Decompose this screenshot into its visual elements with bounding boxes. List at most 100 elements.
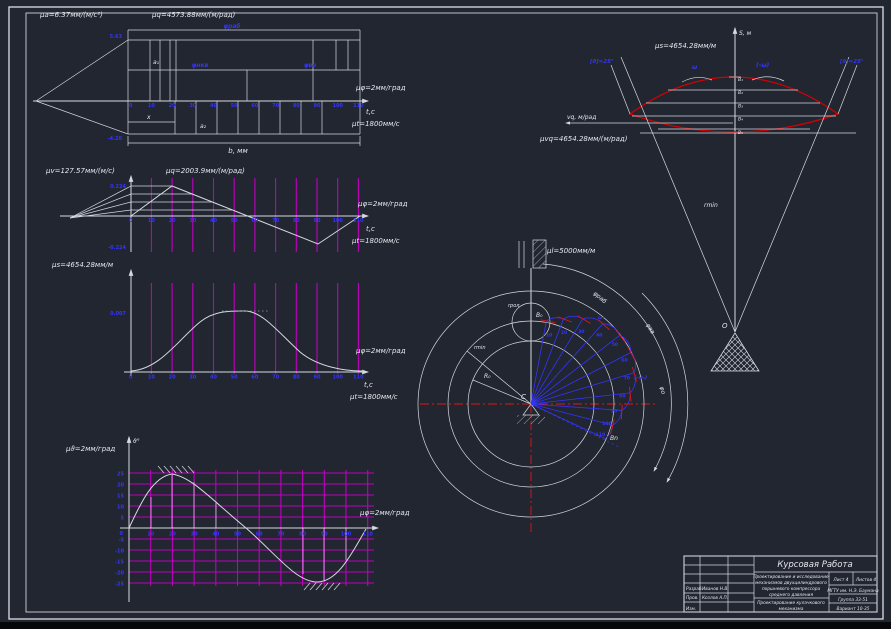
sv-diagram: S, м μs=4654.28мм/м vq, м/рад μvq=4654.2… bbox=[539, 28, 864, 371]
axis-tick-label: 20 bbox=[169, 218, 176, 224]
graph-displacement: μs=4654.28мм/м 0.007 μφ=2мм/град t,c μt=… bbox=[51, 261, 406, 401]
roller-radius-label: rрол bbox=[508, 303, 520, 309]
s-axis-point-label: B₃ bbox=[738, 103, 743, 109]
a1-label: a₁ bbox=[153, 59, 160, 66]
axis-tick-label: 40 bbox=[210, 375, 217, 381]
scale-q-label: μq=4573.88мм/(м/рад) bbox=[151, 11, 236, 19]
axis-tick-label: 90 bbox=[314, 375, 321, 381]
axis-tick-label: 30 bbox=[191, 532, 198, 538]
axis-tick-label: -15 bbox=[115, 560, 125, 566]
velocity-vector bbox=[558, 317, 572, 322]
axis-tick-label: 110 bbox=[353, 375, 364, 381]
cam-angle-number: 100 bbox=[602, 421, 612, 427]
v-max-value: 0.224 bbox=[110, 184, 126, 190]
axis-tick-label: 110 bbox=[353, 218, 364, 224]
velocity-vector bbox=[616, 330, 625, 342]
limit-hatch bbox=[176, 466, 182, 473]
mu-phi-label: μφ=2мм/град bbox=[357, 200, 408, 208]
graph-pressure-angle: μϑ=2мм/град ϑ° 0 μφ=2мм/град 10203040506… bbox=[65, 437, 410, 602]
cam-angle-number: 30 bbox=[578, 329, 584, 335]
axis-tick-label: 110 bbox=[362, 532, 373, 538]
description-line: поршневого компрессора bbox=[762, 587, 821, 592]
sheet-number: Лист 4 bbox=[833, 577, 849, 583]
axis-tick-label: 20 bbox=[169, 375, 176, 381]
description-line: Проектирование и исследование bbox=[753, 574, 829, 580]
v-axis-label: vq, м/рад bbox=[567, 114, 596, 121]
phi-work-arc-label: φраб bbox=[592, 290, 608, 305]
origin-label: O bbox=[722, 322, 728, 330]
axis-tick-label: 70 bbox=[272, 375, 279, 381]
axis-tick-label: 60 bbox=[256, 532, 263, 538]
axis-tick-label: -5 bbox=[118, 538, 124, 544]
mu-t-label: μt=1800мм/с bbox=[351, 120, 400, 128]
description-line: механизмов двухцилиндрового bbox=[755, 581, 827, 586]
mu-phi-label: μφ=2мм/град bbox=[355, 347, 406, 355]
b-axis-label: b, мм bbox=[228, 147, 248, 155]
s-axis-point-label: B₄ bbox=[738, 117, 743, 123]
phi-right-label: φвв bbox=[304, 62, 316, 69]
scale-q2-label: μq=2003.9мм/(м/рад) bbox=[165, 167, 245, 175]
variant: Вариант 10-35 bbox=[837, 606, 870, 612]
axis-tick-label: -25 bbox=[115, 582, 125, 588]
checker-name: Козлов А.П. bbox=[702, 595, 728, 601]
axis-tick-label: 30 bbox=[189, 218, 196, 224]
cam-angle-number: 40 bbox=[596, 332, 602, 338]
title-block: Курсовая Работа Проектирование и исследо… bbox=[684, 556, 879, 612]
mu-phi-label: μφ=2мм/град bbox=[355, 84, 406, 92]
scale-theta-label: μϑ=2мм/град bbox=[65, 445, 115, 453]
b0-point-label: B₀ bbox=[536, 312, 543, 319]
limit-hatch bbox=[164, 466, 170, 473]
cam-diagram: μl=5000мм/м R₀ rmin rрол B₀ C 1020304050… bbox=[418, 240, 688, 532]
limit-hatch bbox=[310, 583, 316, 590]
graph-velocity: μv=127.57мм/(м/с) μq=2003.9мм/(м/рад) 0.… bbox=[45, 167, 408, 252]
scale-s-label: μs=4654.28мм/м bbox=[654, 42, 717, 50]
axis-tick-label: 15 bbox=[117, 494, 124, 500]
s-axis-point-label: B₅ bbox=[738, 130, 743, 136]
origin-label: 0 bbox=[120, 531, 124, 537]
t-axis-label: t,c bbox=[366, 225, 375, 233]
axis-tick-label: 50 bbox=[231, 375, 238, 381]
group: Группа 33-51 bbox=[838, 597, 868, 603]
s-axis-label: S, м bbox=[739, 30, 752, 37]
izm-cell: Изм. bbox=[686, 606, 696, 612]
author-name: Иванов Н.В. bbox=[702, 586, 729, 592]
scale-v-label: μvq=4654.28мм/(м/рад) bbox=[539, 135, 628, 143]
theta-axis-label: ϑ° bbox=[133, 438, 140, 445]
limit-hatch bbox=[170, 466, 176, 473]
t-axis-label: t,c bbox=[364, 381, 373, 389]
axis-tick-label: 60 bbox=[251, 375, 258, 381]
s-axis-point-label: B₁ bbox=[738, 77, 743, 83]
phi-down-arc-label: φо bbox=[658, 386, 667, 395]
axis-tick-label: 20 bbox=[169, 532, 176, 538]
axis-tick-label: 0 bbox=[129, 103, 133, 109]
phi-work-label: φраб bbox=[223, 23, 240, 30]
axis-tick-label: 60 bbox=[251, 103, 258, 109]
axis-tick-label: 10 bbox=[148, 218, 155, 224]
axis-tick-label: -20 bbox=[115, 571, 125, 577]
axis-tick-label: 20 bbox=[169, 103, 176, 109]
pressure-angle-limit-left: [ϑ]=25° bbox=[589, 59, 614, 65]
axis-tick-label: 70 bbox=[272, 218, 279, 224]
axis-tick-label: 40 bbox=[212, 532, 219, 538]
limit-hatch bbox=[328, 583, 334, 590]
axis-tick-label: 80 bbox=[293, 218, 300, 224]
rmin-label: rmin bbox=[704, 202, 718, 209]
cam-angle-number: 80 bbox=[619, 393, 625, 399]
limit-hatch bbox=[158, 466, 164, 473]
axis-tick-label: 10 bbox=[148, 103, 155, 109]
axis-tick-label: 50 bbox=[231, 103, 238, 109]
cam-angle-number: 90 bbox=[611, 409, 617, 415]
axis-tick-label: 50 bbox=[234, 532, 241, 538]
axis-tick-label: 30 bbox=[189, 375, 196, 381]
checker-role: Пров. bbox=[686, 595, 699, 601]
axis-tick-label: 25 bbox=[117, 472, 124, 478]
max-ordinate: 5.63 bbox=[110, 34, 123, 40]
axis-tick-label: 30 bbox=[189, 103, 196, 109]
bn-point-label: Bn bbox=[610, 435, 618, 442]
axis-tick-label: 40 bbox=[210, 103, 217, 109]
r0-label: R₀ bbox=[484, 373, 491, 380]
axis-tick-label: 100 bbox=[332, 103, 343, 109]
axis-tick-label: 5 bbox=[121, 516, 125, 522]
axis-tick-label: -10 bbox=[115, 549, 125, 555]
mu-t-label: μt=1800мм/с bbox=[351, 237, 400, 245]
